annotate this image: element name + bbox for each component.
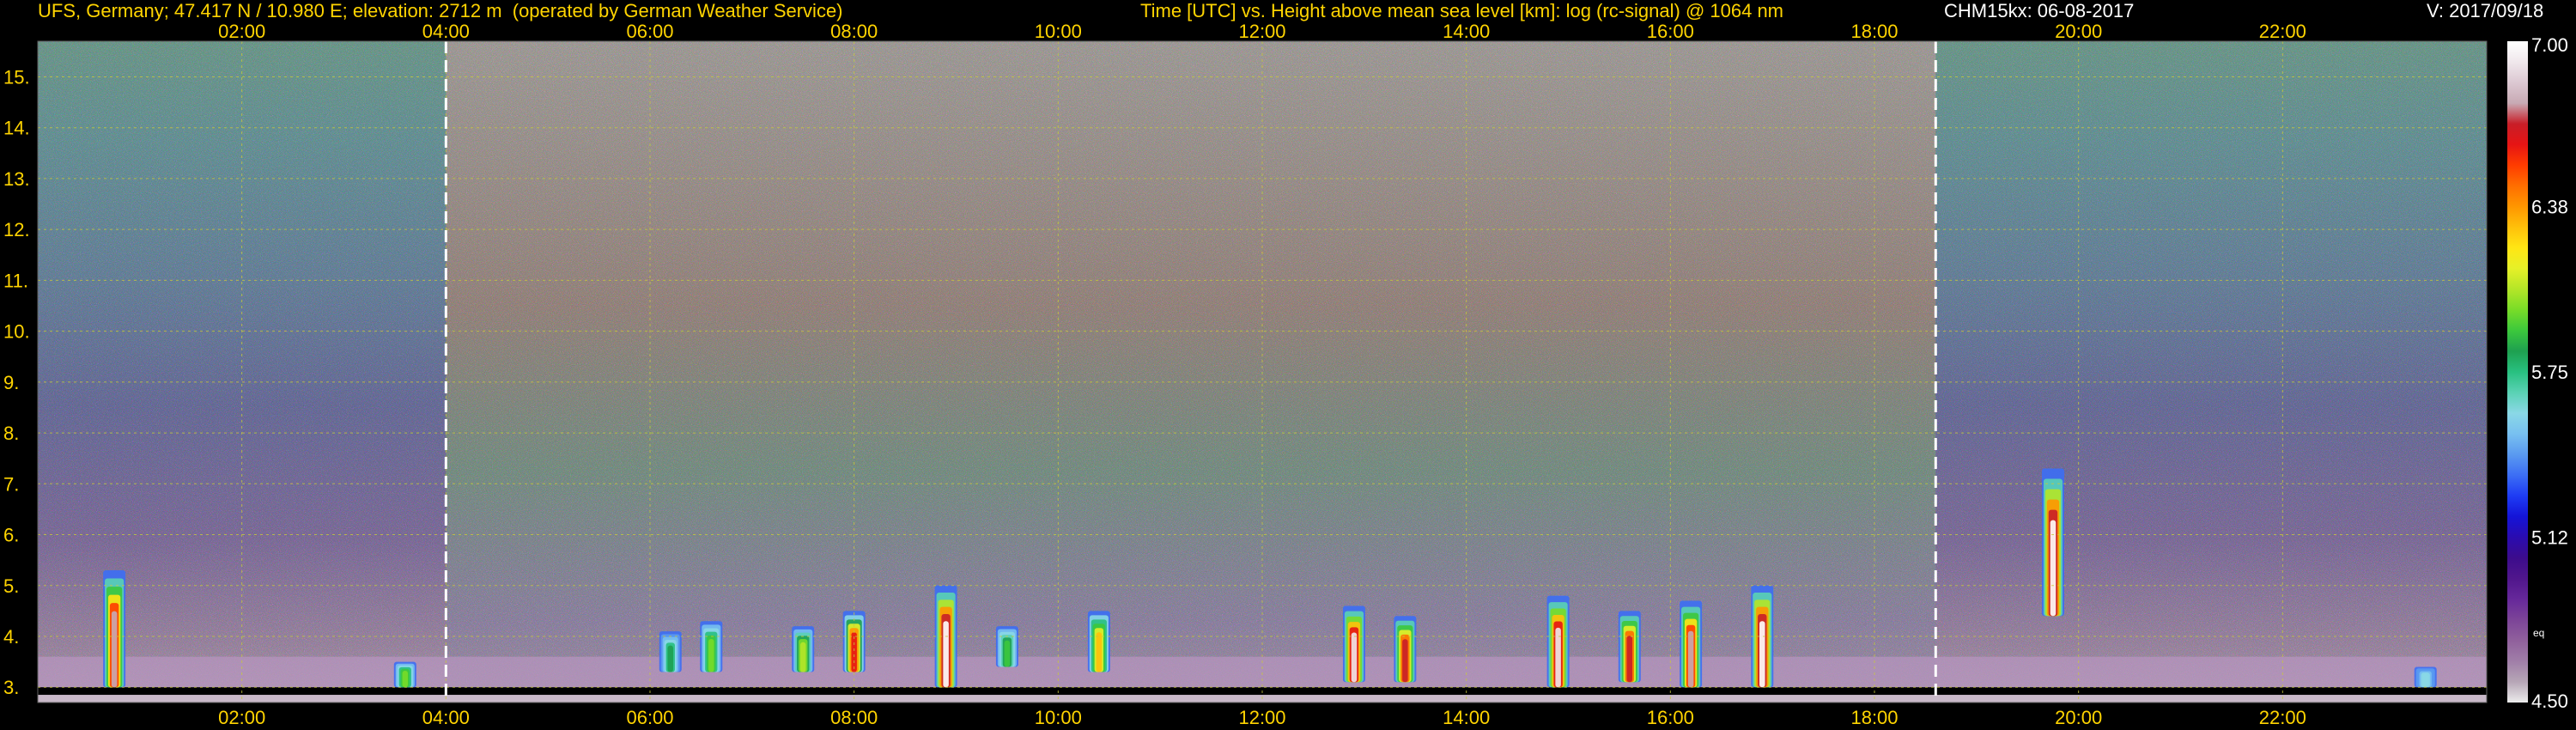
x-tick-label-bottom: 16:00 — [1647, 707, 1694, 728]
cloud-event — [1402, 639, 1408, 683]
x-tick-label-top: 04:00 — [422, 21, 470, 42]
x-tick-label-bottom: 22:00 — [2259, 707, 2306, 728]
x-tick-label-bottom: 08:00 — [830, 707, 878, 728]
x-tick-label-top: 22:00 — [2259, 21, 2306, 42]
x-tick-label-bottom: 12:00 — [1238, 707, 1285, 728]
x-tick-label-bottom: 14:00 — [1443, 707, 1490, 728]
y-tick-label: 14. — [3, 118, 30, 139]
colorbar — [2507, 41, 2528, 703]
colorbar-tick-label: 5.75 — [2531, 362, 2568, 383]
colorbar-tick-label: 4.50 — [2531, 690, 2568, 712]
y-tick-label: 15. — [3, 66, 30, 88]
cloud-event — [708, 638, 714, 672]
colorbar-tick-label: 7.00 — [2531, 34, 2568, 56]
y-tick-label: 6. — [3, 525, 19, 546]
y-tick-label: 13. — [3, 168, 30, 190]
colorbar-tick-label: 6.38 — [2531, 197, 2568, 218]
lidar-backscatter-chart: 02:00 02:00 04:00 04:00 06:00 06:00 08:00 08:00… — [3, 21, 2568, 728]
x-tick-label-bottom: 04:00 — [422, 707, 470, 728]
colorbar-tick-label: 5.12 — [2531, 527, 2568, 549]
x-tick-label-top: 12:00 — [1238, 21, 1285, 42]
x-tick-label-top: 10:00 — [1035, 21, 1082, 42]
x-tick-label-top: 16:00 — [1647, 21, 1694, 42]
colorbar-eq-label: eq — [2533, 627, 2544, 639]
y-tick-label: 7. — [3, 473, 19, 495]
y-tick-label: 9. — [3, 372, 19, 393]
x-tick-label-top: 20:00 — [2055, 21, 2102, 42]
x-tick-label-top: 18:00 — [1850, 21, 1898, 42]
cloud-event — [1096, 632, 1103, 672]
x-tick-label-bottom: 18:00 — [1850, 707, 1898, 728]
y-tick-label: 3. — [3, 677, 19, 698]
x-tick-label-top: 14:00 — [1443, 21, 1490, 42]
cloud-event — [1351, 632, 1358, 683]
y-tick-label: 8. — [3, 423, 19, 444]
x-tick-label-bottom: 10:00 — [1035, 707, 1082, 728]
y-tick-label: 11. — [3, 270, 28, 291]
cloud-event — [1004, 640, 1011, 667]
cloud-event — [667, 645, 674, 672]
x-tick-label-bottom: 20:00 — [2055, 707, 2102, 728]
x-tick-label-top: 08:00 — [830, 21, 878, 42]
cloud-event — [943, 621, 949, 688]
y-tick-label: 12. — [3, 219, 30, 240]
y-tick-label: 10. — [3, 321, 30, 343]
x-tick-label-bottom: 02:00 — [218, 707, 265, 728]
y-tick-label: 4. — [3, 626, 19, 648]
cloud-event — [800, 642, 806, 672]
x-tick-label-top: 02:00 — [218, 21, 265, 42]
x-tick-label-bottom: 06:00 — [626, 707, 673, 728]
cloud-event — [2422, 673, 2428, 688]
cloud-event — [1626, 636, 1633, 683]
y-tick-label: 5. — [3, 575, 19, 597]
cloud-event — [402, 670, 409, 688]
cloud-event — [111, 611, 118, 688]
x-tick-label-top: 06:00 — [626, 21, 673, 42]
cloud-event — [1687, 630, 1694, 688]
cloud-event — [1759, 621, 1765, 688]
